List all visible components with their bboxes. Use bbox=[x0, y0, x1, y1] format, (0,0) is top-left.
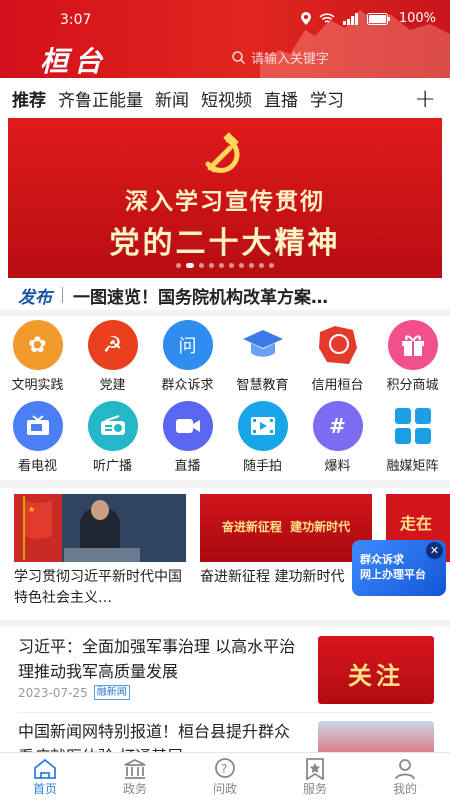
news-card-image-text: 奋进新征程 建功新时代 bbox=[221, 520, 351, 534]
tab-live[interactable]: 直播 bbox=[264, 86, 298, 111]
battery-level: 100% bbox=[398, 11, 436, 26]
popup-line-2: 网上办理平台 bbox=[360, 568, 426, 581]
shortcut-row-1: ✿ 文明实践 ☭ 党建 问 群众诉求 智慧教育 信用桓台 积分商城 bbox=[0, 320, 450, 393]
news-card-title: 学习贯彻习近平新时代中国特色社会主义… bbox=[14, 569, 182, 606]
service-star-icon bbox=[306, 758, 324, 780]
article-item[interactable]: 习近平：全面加强军事治理 以高水平治理推动我军高质量发展 2023-07-25 … bbox=[0, 626, 450, 712]
signal-icon bbox=[342, 12, 358, 25]
shortcut-party[interactable]: ☭ 党建 bbox=[75, 320, 150, 393]
shortcut-media-matrix[interactable]: 融媒矩阵 bbox=[375, 401, 450, 474]
news-card[interactable]: ★ 学习贯彻习近平新时代中国特色社会主义… bbox=[14, 494, 186, 609]
tab-qilu[interactable]: 齐鲁正能量 bbox=[58, 86, 143, 111]
headline-ticker[interactable]: 发布 一图速览！国务院机构改革方案… bbox=[0, 278, 450, 312]
tab-news[interactable]: 新闻 bbox=[155, 86, 189, 111]
tab-short-video[interactable]: 短视频 bbox=[201, 86, 252, 111]
gift-icon bbox=[387, 320, 438, 370]
ask-icon: 问 bbox=[162, 320, 213, 370]
user-icon bbox=[395, 759, 415, 780]
shortcut-snapshot[interactable]: 随手拍 bbox=[225, 401, 300, 474]
shortcut-appeal[interactable]: 问 群众诉求 bbox=[150, 320, 225, 393]
svg-text:★: ★ bbox=[28, 505, 35, 514]
bottom-tab-bar: 首页 政务 ? 问政 服务 我的 bbox=[0, 752, 450, 800]
search-placeholder[interactable]: 请输入关键字 bbox=[251, 48, 329, 67]
tab-inquiry-label: 问政 bbox=[212, 782, 237, 796]
article-date: 2023-07-25 bbox=[18, 685, 88, 700]
tab-mine[interactable]: 我的 bbox=[360, 753, 450, 800]
hashtag-icon: # bbox=[312, 401, 363, 451]
search-icon bbox=[232, 51, 245, 64]
shortcut-radio[interactable]: 听广播 bbox=[75, 401, 150, 474]
release-label: 发布 bbox=[18, 287, 52, 308]
seal-icon bbox=[313, 320, 363, 370]
banner-line-1: 深入学习宣传贯彻 bbox=[125, 189, 325, 215]
article-tag: 融新闻 bbox=[93, 685, 130, 700]
article-title: 习近平：全面加强军事治理 以高水平治理推动我军高质量发展 bbox=[18, 637, 296, 681]
tab-home[interactable]: 首页 bbox=[0, 753, 90, 800]
shortcut-tv[interactable]: 看电视 bbox=[0, 401, 75, 474]
article-thumbnail-text: 关注 bbox=[348, 661, 404, 690]
article-meta: 2023-07-25 融新闻 bbox=[18, 685, 130, 700]
news-card-image: 奋进新征程 建功新时代 bbox=[200, 494, 372, 562]
film-icon bbox=[237, 401, 288, 451]
matrix-icon bbox=[388, 401, 438, 451]
flag-icon: ★ bbox=[23, 496, 52, 560]
carousel-indicator bbox=[8, 263, 442, 268]
location-icon bbox=[300, 12, 311, 25]
home-icon bbox=[34, 758, 56, 779]
government-building-icon bbox=[124, 758, 146, 779]
tab-service-label: 服务 bbox=[302, 782, 327, 796]
shortcut-civilization[interactable]: ✿ 文明实践 bbox=[0, 320, 75, 393]
close-icon[interactable]: ✕ bbox=[426, 542, 443, 559]
channel-tabs: 推荐 齐鲁正能量 新闻 短视频 直播 学习 + bbox=[0, 78, 450, 118]
svg-text:?: ? bbox=[221, 762, 227, 776]
tv-icon bbox=[12, 401, 63, 451]
shortcut-live[interactable]: 直播 bbox=[150, 401, 225, 474]
appeal-platform-popup[interactable]: ✕ 群众诉求 网上办理平台 bbox=[352, 540, 446, 596]
app-logo: 桓台 bbox=[40, 45, 109, 78]
graduation-cap-icon bbox=[238, 320, 288, 370]
search-bar[interactable]: 请输入关键字 bbox=[232, 48, 329, 67]
shortcut-tipoff[interactable]: # 爆料 bbox=[300, 401, 375, 474]
wifi-icon bbox=[319, 12, 335, 23]
article-title: 中国新闻网特别报道！桓台县提升群众看病就医体验 打通基层 bbox=[18, 722, 291, 752]
article-thumbnail bbox=[318, 721, 434, 752]
news-card-image-text: 走在 bbox=[400, 514, 433, 533]
tab-government[interactable]: 政务 bbox=[90, 753, 180, 800]
banner-carousel[interactable]: 深入学习宣传贯彻 党的二十大精神 bbox=[8, 118, 442, 278]
tab-mine-label: 我的 bbox=[392, 782, 417, 796]
tab-home-label: 首页 bbox=[32, 782, 57, 796]
flower-icon: ✿ bbox=[12, 320, 63, 370]
party-emblem-icon bbox=[205, 132, 240, 173]
add-channel-icon[interactable]: + bbox=[414, 84, 436, 114]
shortcut-credit[interactable]: 信用桓台 bbox=[300, 320, 375, 393]
tab-service[interactable]: 服务 bbox=[270, 753, 360, 800]
banner-line-2: 党的二十大精神 bbox=[109, 226, 341, 261]
news-card[interactable]: 奋进新征程 建功新时代 奋进新征程 建功新时代 bbox=[200, 494, 372, 588]
article-item[interactable]: 中国新闻网特别报道！桓台县提升群众看病就医体验 打通基层 bbox=[0, 713, 450, 752]
shortcut-row-2: 看电视 听广播 直播 随手拍 # 爆料 融媒矩阵 bbox=[0, 401, 450, 474]
shortcut-education[interactable]: 智慧教育 bbox=[225, 320, 300, 393]
tab-government-label: 政务 bbox=[122, 782, 147, 796]
headline-text[interactable]: 一图速览！国务院机构改革方案… bbox=[73, 283, 418, 308]
article-thumbnail: 关注 bbox=[318, 636, 434, 704]
video-camera-icon bbox=[162, 401, 213, 451]
status-time: 3:07 bbox=[60, 12, 92, 28]
radio-icon bbox=[87, 401, 138, 451]
battery-icon bbox=[366, 12, 390, 25]
news-card-title: 奋进新征程 建功新时代 bbox=[200, 569, 345, 585]
tab-study[interactable]: 学习 bbox=[310, 86, 344, 111]
question-bubble-icon: ? bbox=[215, 758, 235, 778]
tab-inquiry[interactable]: ? 问政 bbox=[180, 753, 270, 800]
status-bar: 3:07 100% bbox=[0, 0, 450, 36]
shortcut-mall[interactable]: 积分商城 bbox=[375, 320, 450, 393]
app-header: 3:07 100% 桓台 请输入关键字 bbox=[0, 0, 450, 78]
news-card-image: ★ bbox=[14, 494, 186, 562]
party-emblem-icon: ☭ bbox=[87, 320, 138, 370]
tab-recommend[interactable]: 推荐 bbox=[12, 86, 46, 111]
